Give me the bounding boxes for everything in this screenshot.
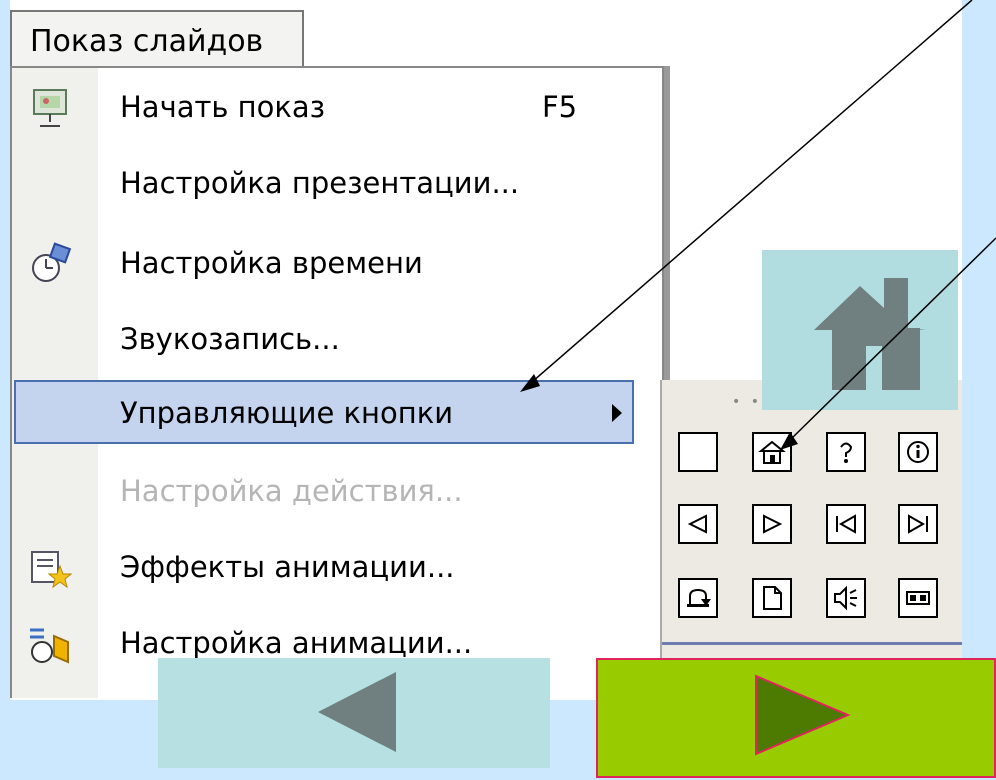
annotation-lines xyxy=(520,0,996,450)
